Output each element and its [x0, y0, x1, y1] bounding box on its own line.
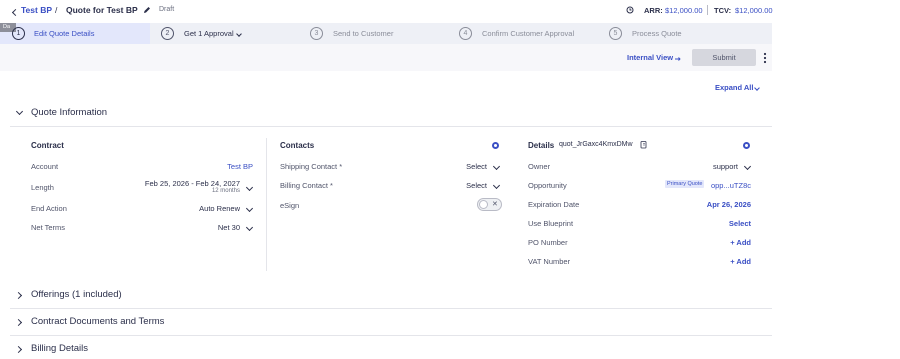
net-terms-chevron-down-icon[interactable] — [245, 223, 254, 232]
quote-information-title[interactable]: Quote Information — [31, 107, 107, 118]
billing-details-title[interactable]: Billing Details — [31, 343, 88, 354]
copy-icon[interactable] — [640, 141, 647, 149]
use-blueprint-value[interactable]: Select — [729, 219, 751, 228]
quote-title: Quote for Test BP — [66, 5, 138, 15]
primary-quote-badge: Primary Quote — [665, 180, 705, 188]
close-icon: ✕ — [492, 201, 498, 208]
divider — [10, 126, 772, 127]
billing-details-chevron-right-icon[interactable] — [14, 345, 23, 354]
step-1-label[interactable]: Edit Quote Details — [34, 29, 94, 38]
details-gear-icon[interactable] — [743, 142, 750, 149]
shipping-contact-value[interactable]: Select — [466, 162, 487, 171]
expand-all-button[interactable]: Expand All — [715, 83, 753, 92]
billing-contact-chevron-down-icon[interactable] — [492, 181, 501, 190]
back-chevron-icon[interactable] — [11, 8, 20, 17]
expand-all-chevron-icon[interactable] — [754, 83, 760, 92]
tcv-value: $12,000.00 — [735, 6, 773, 15]
contacts-title: Contacts — [280, 141, 315, 150]
step-5-number: 5 — [609, 27, 622, 40]
contract-documents-chevron-right-icon[interactable] — [14, 318, 23, 327]
expiration-date-label: Expiration Date — [528, 200, 580, 209]
history-icon[interactable] — [626, 6, 634, 14]
owner-value[interactable]: support — [713, 162, 738, 171]
tcv-label: TCV: — [714, 6, 732, 15]
billing-contact-label: Billing Contact * — [280, 181, 333, 190]
arr-label: ARR: — [644, 6, 663, 15]
opportunity-label: Opportunity — [528, 181, 567, 190]
header-divider — [707, 5, 708, 15]
vat-number-add-button[interactable]: + Add — [730, 257, 751, 266]
submit-button-label: Submit — [712, 53, 736, 62]
end-action-value[interactable]: Auto Renew — [199, 204, 240, 213]
internal-view-toggle[interactable]: Internal View — [627, 53, 673, 62]
swap-icon[interactable] — [674, 54, 681, 61]
quote-id: quot_JrGaxc4KmxDMw — [559, 141, 633, 148]
po-number-add-button[interactable]: + Add — [730, 238, 751, 247]
shipping-contact-label: Shipping Contact * — [280, 162, 343, 171]
billing-contact-value[interactable]: Select — [466, 181, 487, 190]
po-number-label: PO Number — [528, 238, 568, 247]
breadcrumb-parent[interactable]: Test BP — [21, 5, 52, 15]
step-4-label: Confirm Customer Approval — [482, 29, 575, 38]
divider — [10, 335, 772, 336]
esign-label: eSign — [280, 201, 300, 210]
step-2-chevron-down-icon[interactable] — [236, 29, 242, 38]
step-5-label: Process Quote — [632, 29, 682, 38]
submit-button[interactable]: Submit — [692, 49, 756, 66]
shipping-contact-chevron-down-icon[interactable] — [492, 162, 501, 171]
length-label: Length — [31, 183, 54, 192]
divider — [10, 308, 772, 309]
contract-documents-title[interactable]: Contract Documents and Terms — [31, 316, 164, 327]
offerings-chevron-right-icon[interactable] — [14, 291, 23, 300]
length-months: 12 months — [211, 188, 240, 194]
edit-pencil-icon[interactable] — [143, 6, 151, 14]
arr-value: $12,000.00 — [665, 6, 703, 15]
vat-number-label: VAT Number — [528, 257, 571, 266]
account-value[interactable]: Test BP — [227, 162, 253, 171]
owner-label: Owner — [528, 162, 551, 171]
expiration-date-value[interactable]: Apr 26, 2026 — [707, 200, 751, 209]
use-blueprint-label: Use Blueprint — [528, 219, 574, 228]
net-terms-value[interactable]: Net 30 — [218, 223, 240, 232]
step-4-number: 4 — [459, 27, 472, 40]
esign-toggle-knob — [479, 200, 488, 209]
status-badge: Draft — [159, 6, 175, 13]
contract-title: Contract — [31, 141, 64, 150]
owner-chevron-down-icon[interactable] — [743, 162, 752, 171]
step-3-number: 3 — [310, 27, 323, 40]
length-chevron-down-icon[interactable] — [245, 183, 254, 192]
contacts-gear-icon[interactable] — [492, 142, 499, 149]
step-2-number: 2 — [161, 27, 174, 40]
account-label: Account — [31, 162, 59, 171]
column-divider — [266, 138, 267, 271]
esign-toggle[interactable]: ✕ — [477, 198, 502, 211]
step-2-label[interactable]: Get 1 Approval — [184, 29, 234, 38]
step-3-label: Send to Customer — [333, 29, 394, 38]
end-action-chevron-down-icon[interactable] — [245, 204, 254, 213]
details-title: Details — [528, 141, 555, 150]
quote-information-chevron-icon[interactable] — [15, 107, 24, 116]
more-options-icon[interactable] — [763, 52, 767, 64]
opportunity-value[interactable]: opp...uTZ8c — [711, 181, 751, 190]
offerings-title[interactable]: Offerings (1 included) — [31, 289, 122, 300]
step-1-number: 1 — [12, 27, 25, 40]
length-value[interactable]: Feb 25, 2026 - Feb 24, 2027 — [145, 179, 240, 188]
breadcrumb-separator: / — [55, 5, 58, 15]
net-terms-label: Net Terms — [31, 223, 66, 232]
end-action-label: End Action — [31, 204, 67, 213]
